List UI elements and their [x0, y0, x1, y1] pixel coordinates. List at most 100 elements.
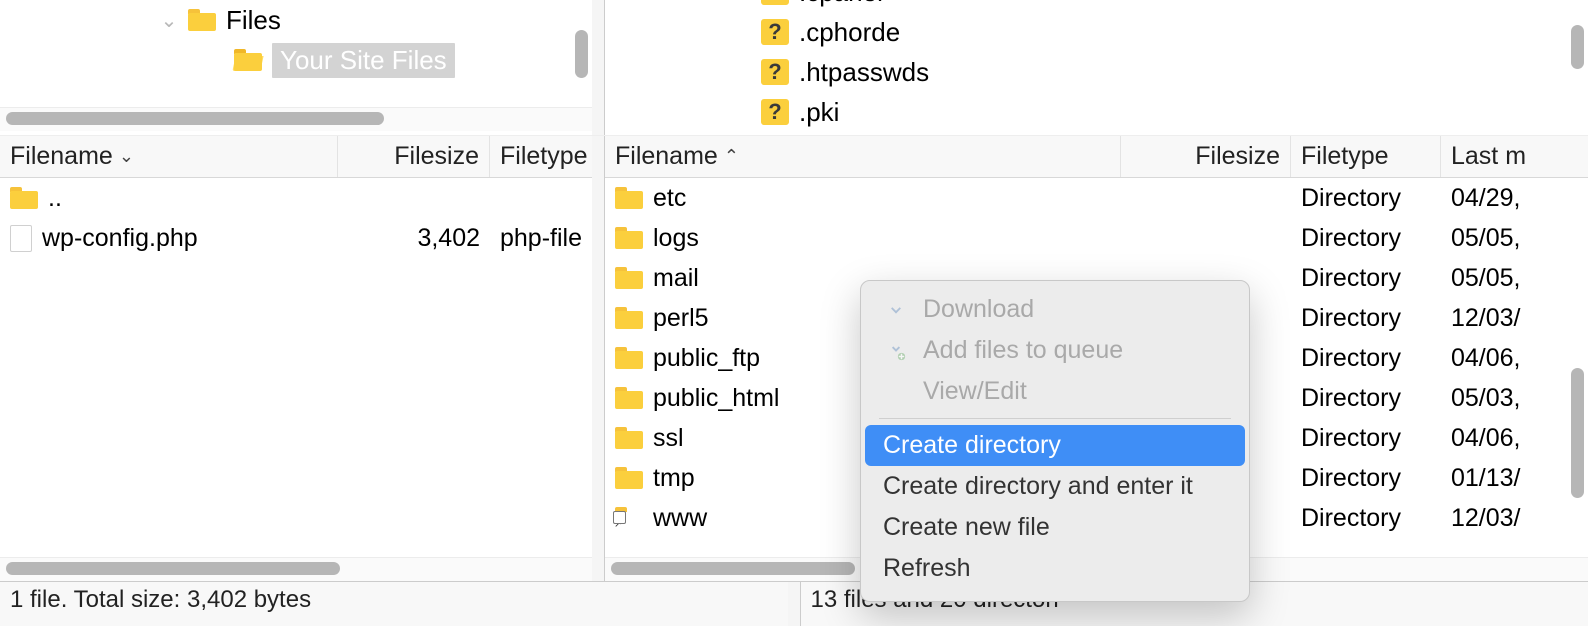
file-modified: 04/06, — [1441, 424, 1588, 453]
file-size: 3,402 — [338, 224, 490, 253]
tree-node-your-site-files[interactable]: Your Site Files — [0, 40, 592, 80]
tree-node-pki[interactable]: ? .pki — [605, 92, 1588, 132]
download-icon — [883, 297, 909, 323]
vertical-scrollbar-thumb[interactable] — [1571, 25, 1584, 69]
file-type: Directory — [1291, 344, 1441, 373]
file-type: Directory — [1291, 464, 1441, 493]
file-row-wp-config[interactable]: wp-config.php 3,402 php-file — [0, 218, 592, 258]
file-type: Directory — [1291, 384, 1441, 413]
local-tree-pane: ⌄ Files Your Site Files — [0, 0, 592, 135]
status-bar: 1 file. Total size: 3,402 bytes 13 files… — [0, 581, 1588, 626]
sort-down-icon: ⌄ — [119, 146, 134, 167]
file-modified: 04/29, — [1441, 184, 1588, 213]
tree-label: .cpanel — [799, 0, 883, 8]
unknown-icon: ? — [761, 19, 789, 45]
local-file-list: Filename ⌄ Filesize Filetype .. — [0, 136, 592, 581]
folder-icon — [615, 347, 643, 369]
folder-icon — [615, 467, 643, 489]
tree-label: .pki — [799, 97, 839, 128]
tree-node-files[interactable]: ⌄ Files — [0, 0, 592, 40]
file-type: Directory — [1291, 184, 1441, 213]
unknown-icon: ? — [761, 59, 789, 85]
folder-icon — [615, 427, 643, 449]
folder-icon — [615, 187, 643, 209]
vertical-scrollbar-thumb[interactable] — [575, 30, 588, 78]
file-modified: 04/06, — [1441, 344, 1588, 373]
tree-label: .htpasswds — [799, 57, 929, 88]
file-name: wp-config.php — [42, 224, 198, 253]
menu-item-view-edit[interactable]: View/Edit — [865, 371, 1245, 412]
file-type: Directory — [1291, 424, 1441, 453]
horizontal-scrollbar-thumb[interactable] — [6, 112, 384, 125]
tree-node-cphorde[interactable]: ? .cphorde — [605, 12, 1588, 52]
file-modified: 05/03, — [1441, 384, 1588, 413]
file-name: perl5 — [653, 304, 709, 333]
folder-icon — [188, 9, 216, 31]
column-header-filetype[interactable]: Filetype — [1291, 136, 1441, 177]
tree-label: Files — [226, 5, 281, 36]
column-header-filetype[interactable]: Filetype — [490, 136, 592, 177]
column-header-filesize[interactable]: Filesize — [338, 136, 490, 177]
tree-label: .cphorde — [799, 17, 900, 48]
file-row[interactable]: logs Directory05/05, — [605, 218, 1588, 258]
file-type: Directory — [1291, 264, 1441, 293]
folder-icon — [615, 307, 643, 329]
folder-icon — [10, 187, 38, 209]
file-name: public_html — [653, 384, 779, 413]
menu-item-create-directory[interactable]: Create directory — [865, 425, 1245, 466]
tree-label: Your Site Files — [272, 43, 455, 78]
folder-icon — [615, 387, 643, 409]
column-headers: Filename ⌃ Filesize Filetype Last m — [605, 136, 1588, 178]
horizontal-scrollbar[interactable] — [0, 557, 592, 581]
folder-icon — [615, 227, 643, 249]
unknown-icon: ? — [761, 99, 789, 125]
menu-item-refresh[interactable]: Refresh — [865, 548, 1245, 589]
context-menu: Download Add files to queue View/Edit Cr… — [860, 280, 1250, 602]
file-name: etc — [653, 184, 686, 213]
file-name: ssl — [653, 424, 684, 453]
file-modified: 05/05, — [1441, 264, 1588, 293]
tree-node-htpasswds[interactable]: ? .htpasswds — [605, 52, 1588, 92]
status-left: 1 file. Total size: 3,402 bytes — [0, 582, 788, 626]
file-name: www — [653, 504, 707, 533]
column-header-filename[interactable]: Filename ⌃ — [605, 136, 1121, 177]
tree-node-cpanel[interactable]: ? .cpanel — [605, 0, 1588, 12]
file-modified: 05/05, — [1441, 224, 1588, 253]
file-name: mail — [653, 264, 699, 293]
folder-icon — [615, 267, 643, 289]
column-header-filename[interactable]: Filename ⌄ — [0, 136, 338, 177]
horizontal-scrollbar[interactable] — [0, 107, 592, 131]
horizontal-scrollbar-thumb[interactable] — [611, 562, 855, 575]
file-type: Directory — [1291, 224, 1441, 253]
horizontal-scrollbar-thumb[interactable] — [6, 562, 340, 575]
file-type: php-file — [490, 224, 592, 253]
folder-link-icon: ↗ — [615, 507, 643, 529]
menu-item-create-new-file[interactable]: Create new file — [865, 507, 1245, 548]
chevron-down-icon: ⌄ — [160, 8, 178, 33]
menu-item-download[interactable]: Download — [865, 289, 1245, 330]
column-header-filesize[interactable]: Filesize — [1121, 136, 1291, 177]
unknown-icon: ? — [761, 0, 789, 5]
file-type: Directory — [1291, 304, 1441, 333]
file-type: Directory — [1291, 504, 1441, 533]
file-name: public_ftp — [653, 344, 760, 373]
menu-separator — [879, 418, 1231, 419]
queue-icon — [883, 338, 909, 364]
remote-tree-pane: ? .cpanel ? .cphorde ? .htpasswds ? .pki — [604, 0, 1588, 135]
file-modified: 01/13/ — [1441, 464, 1588, 493]
file-icon — [10, 225, 32, 252]
file-row-parent[interactable]: .. — [0, 178, 592, 218]
file-name: .. — [48, 184, 62, 213]
vertical-scrollbar-thumb[interactable] — [1571, 368, 1584, 498]
file-modified: 12/03/ — [1441, 304, 1588, 333]
column-header-last-modified[interactable]: Last m — [1441, 136, 1588, 177]
file-modified: 12/03/ — [1441, 504, 1588, 533]
menu-item-create-directory-enter[interactable]: Create directory and enter it — [865, 466, 1245, 507]
column-headers: Filename ⌄ Filesize Filetype — [0, 136, 592, 178]
menu-item-add-to-queue[interactable]: Add files to queue — [865, 330, 1245, 371]
file-name: logs — [653, 224, 699, 253]
folder-open-icon — [234, 49, 262, 71]
sort-up-icon: ⌃ — [724, 146, 739, 167]
file-name: tmp — [653, 464, 695, 493]
file-row[interactable]: etc Directory04/29, — [605, 178, 1588, 218]
